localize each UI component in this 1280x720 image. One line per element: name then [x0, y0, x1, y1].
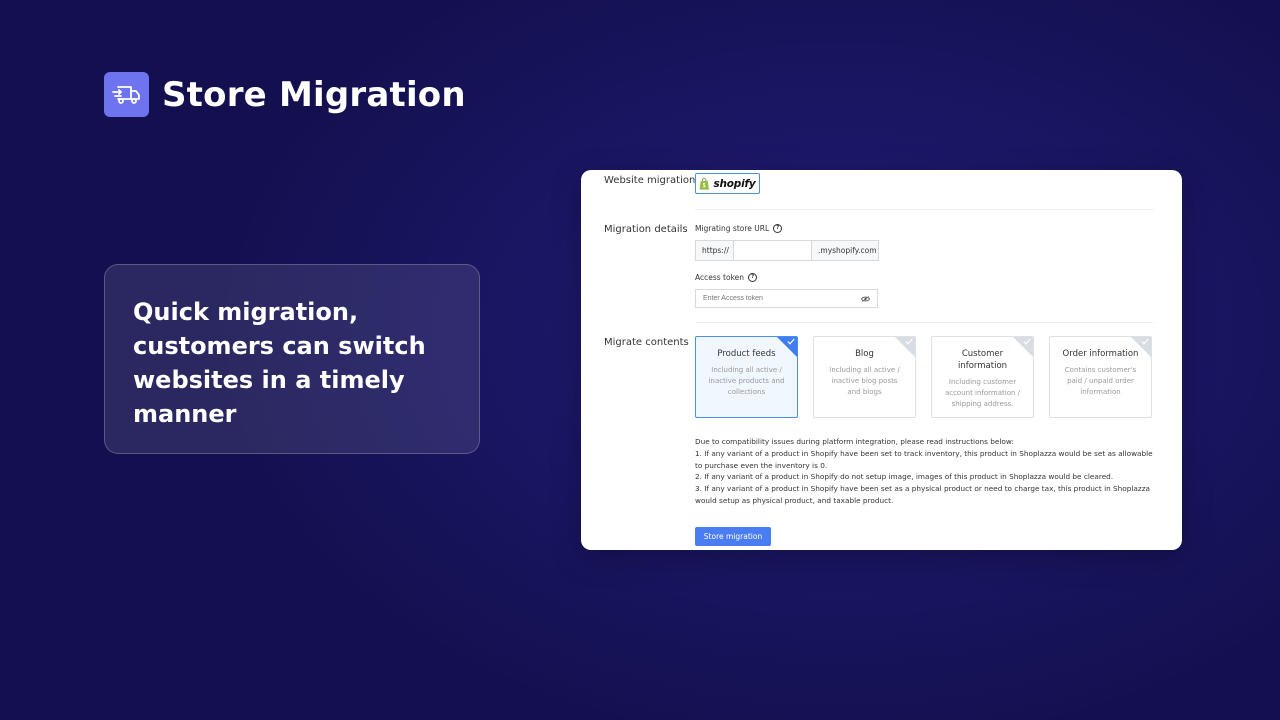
tagline-card: Quick migration, customers can switch we…	[104, 264, 480, 454]
tagline-text: Quick migration, customers can switch we…	[133, 298, 426, 428]
note-item: 1. If any variant of a product in Shopif…	[695, 448, 1153, 470]
help-icon[interactable]: ?	[748, 273, 758, 282]
card-description: Including customer account information /…	[944, 378, 1021, 408]
notes-intro: Due to compatibility issues during platf…	[695, 437, 1014, 446]
access-token-label: Access token ?	[695, 273, 758, 282]
access-token-field[interactable]	[695, 289, 878, 308]
store-url-label: Migrating store URL ?	[695, 224, 783, 233]
card-description: Contains customer's paid / unpaid order …	[1064, 366, 1137, 396]
page-title: Store Migration	[162, 74, 466, 115]
content-card-product-feeds[interactable]: Product feeds Including all active / ina…	[695, 336, 798, 418]
delivery-truck-icon	[104, 72, 149, 117]
store-migration-button[interactable]: Store migration	[695, 527, 771, 546]
migration-details-label: Migration details	[604, 224, 688, 235]
store-url-group: https:// .myshopify.com	[695, 240, 879, 261]
migration-panel: Website migration shopify Migration deta…	[581, 170, 1182, 550]
migration-notes: Due to compatibility issues during platf…	[695, 436, 1155, 507]
url-suffix: .myshopify.com	[811, 240, 879, 261]
card-description: Including all active / inactive products…	[708, 366, 785, 396]
help-icon[interactable]: ?	[773, 224, 783, 233]
note-item: 3. If any variant of a product in Shopif…	[695, 484, 1151, 505]
card-description: Including all active / inactive blog pos…	[829, 366, 900, 396]
content-card-blog[interactable]: Blog Including all active / inactive blo…	[813, 336, 916, 418]
url-prefix: https://	[695, 240, 734, 261]
access-token-input[interactable]	[703, 295, 853, 302]
note-item: 2. If any variant of a product in Shopif…	[695, 472, 1114, 482]
divider	[695, 209, 1154, 210]
checkmark-icon	[1023, 338, 1031, 345]
store-url-input[interactable]	[734, 240, 811, 261]
migrate-contents-label: Migrate contents	[604, 337, 689, 348]
shopify-platform-option[interactable]: shopify	[695, 173, 760, 194]
brand-header: Store Migration	[104, 72, 466, 117]
checkmark-icon	[787, 338, 795, 345]
content-card-customer-information[interactable]: Customer information Including customer …	[931, 336, 1034, 418]
website-migration-label: Website migration	[604, 175, 696, 186]
divider	[695, 322, 1154, 323]
content-card-order-information[interactable]: Order information Contains customer's pa…	[1049, 336, 1152, 418]
checkmark-icon	[1141, 338, 1149, 345]
eye-icon[interactable]	[861, 295, 870, 302]
shopify-bag-icon	[700, 177, 710, 190]
shopify-logo-text: shopify	[713, 177, 756, 190]
checkmark-icon	[905, 338, 913, 345]
